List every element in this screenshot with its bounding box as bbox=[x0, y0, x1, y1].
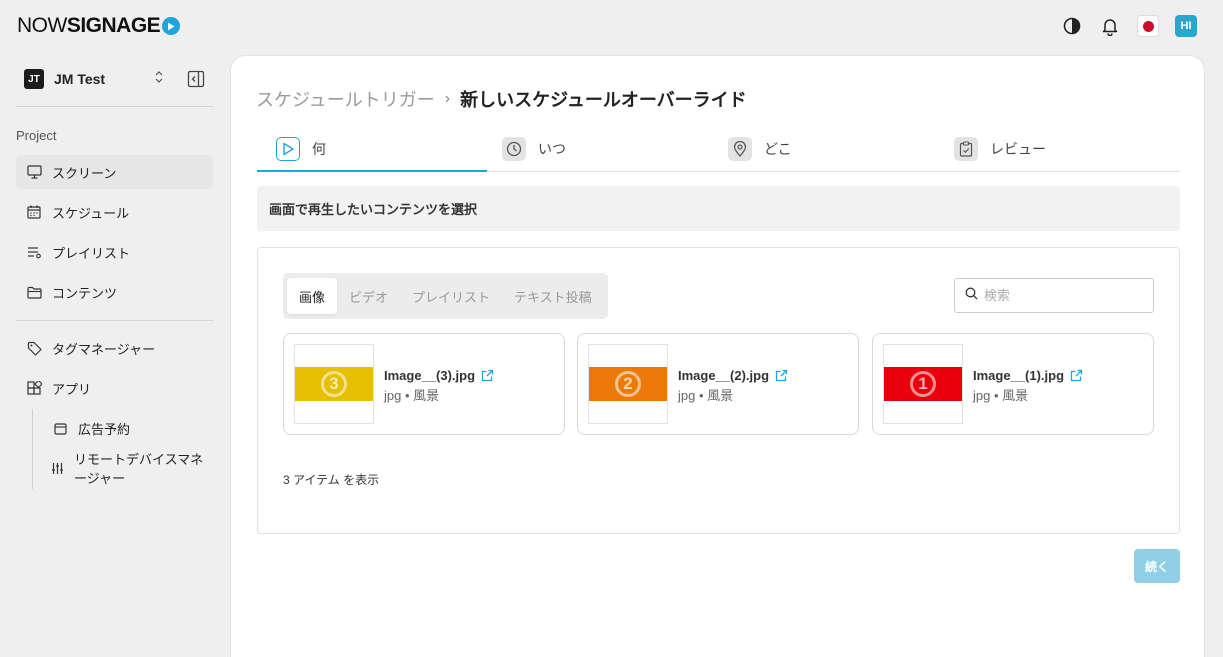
thumbnail-number: 2 bbox=[615, 371, 641, 397]
content-name: Image__(3).jpg bbox=[384, 368, 494, 383]
sidebar-item-remote-device-manager[interactable]: リモートデバイスマネージャー bbox=[42, 451, 214, 486]
content-name-text: Image__(2).jpg bbox=[678, 368, 770, 383]
location-icon bbox=[728, 137, 752, 161]
content-card[interactable]: 3 Image__(3).jpg jpg • 風景 bbox=[283, 333, 565, 435]
calendar-small-icon bbox=[51, 419, 69, 437]
step-review[interactable]: レビュー bbox=[954, 126, 1046, 172]
sidebar-item-playlists[interactable]: プレイリスト bbox=[16, 235, 213, 269]
workspace-switcher[interactable]: JT JM Test bbox=[24, 68, 214, 90]
sidebar-item-screens[interactable]: スクリーン bbox=[16, 155, 213, 189]
active-step-indicator bbox=[257, 170, 487, 172]
play-icon bbox=[276, 137, 300, 161]
workspace-badge: JT bbox=[24, 69, 44, 89]
step-where[interactable]: どこ bbox=[728, 126, 792, 172]
sidebar-subtree-line bbox=[32, 409, 33, 489]
instruction-bar: 画面で再生したいコンテンツを選択 bbox=[257, 186, 1180, 231]
chevron-up-down-icon bbox=[155, 71, 163, 86]
page-title: 新しいスケジュールオーバーライド bbox=[460, 90, 747, 110]
tab-videos[interactable]: ビデオ bbox=[337, 278, 400, 314]
top-bar: NOW SIGNAGE HI bbox=[0, 0, 1223, 52]
step-what[interactable]: 何 bbox=[276, 126, 326, 172]
sidebar-item-label: スケジュール bbox=[52, 205, 130, 221]
sidebar-item-label: プレイリスト bbox=[52, 245, 131, 261]
main-panel: スケジュールトリガー › 新しいスケジュールオーバーライド 何 いつ どこ レビ… bbox=[230, 55, 1205, 657]
content-meta: jpg • 風景 bbox=[384, 388, 440, 403]
tab-text-posts[interactable]: テキスト投稿 bbox=[502, 278, 604, 314]
logo-play-icon bbox=[162, 17, 181, 35]
sliders-icon bbox=[51, 459, 65, 477]
breadcrumb: スケジュールトリガー › 新しいスケジュールオーバーライド bbox=[256, 86, 747, 112]
user-avatar[interactable]: HI bbox=[1175, 15, 1197, 37]
content-type-tabs: 画像 ビデオ プレイリスト テキスト投稿 bbox=[283, 273, 608, 319]
sidebar-item-ad-booking[interactable]: 広告予約 bbox=[42, 411, 214, 445]
nowsignage-logo[interactable]: NOW SIGNAGE bbox=[17, 14, 181, 38]
sidebar-divider bbox=[16, 106, 213, 107]
thumbnail-image: 3 bbox=[295, 367, 373, 401]
tab-images[interactable]: 画像 bbox=[287, 278, 338, 314]
bell-icon[interactable] bbox=[1099, 15, 1121, 37]
sidebar-item-apps[interactable]: アプリ bbox=[16, 371, 213, 405]
content-name-text: Image__(1).jpg bbox=[973, 368, 1065, 383]
step-label: いつ bbox=[538, 141, 566, 157]
tag-icon bbox=[25, 339, 43, 357]
background-window-edge bbox=[1207, 55, 1223, 657]
content-card[interactable]: 1 Image__(1).jpg jpg • 風景 bbox=[872, 333, 1154, 435]
external-link-icon[interactable] bbox=[775, 369, 788, 382]
monitor-icon bbox=[25, 163, 43, 181]
sidebar-item-label: スクリーン bbox=[52, 165, 117, 181]
sidebar-item-label: リモートデバイスマネージャー bbox=[73, 452, 204, 486]
content-picker: 画像 ビデオ プレイリスト テキスト投稿 3 Image__(3).jpg jp… bbox=[257, 247, 1180, 534]
content-meta: jpg • 風景 bbox=[678, 388, 734, 403]
sidebar-item-label: タグマネージャー bbox=[52, 341, 156, 357]
breadcrumb-separator: › bbox=[444, 90, 451, 107]
search-icon bbox=[965, 287, 978, 305]
search-input[interactable] bbox=[984, 288, 1144, 303]
search-box bbox=[954, 278, 1154, 313]
sidebar: JT JM Test Project スクリーン スケジュール プレイリスト コ… bbox=[0, 52, 230, 657]
step-label: 何 bbox=[312, 141, 326, 157]
clipboard-check-icon bbox=[954, 137, 978, 161]
content-card[interactable]: 2 Image__(2).jpg jpg • 風景 bbox=[577, 333, 859, 435]
external-link-icon[interactable] bbox=[1070, 369, 1083, 382]
sidebar-item-label: 広告予約 bbox=[78, 421, 131, 437]
sidebar-item-label: コンテンツ bbox=[52, 285, 118, 301]
tab-playlists[interactable]: プレイリスト bbox=[400, 278, 502, 314]
thumbnail-number: 3 bbox=[321, 371, 347, 397]
image-thumbnail: 1 bbox=[883, 344, 963, 424]
step-when[interactable]: いつ bbox=[502, 126, 566, 172]
image-thumbnail: 3 bbox=[294, 344, 374, 424]
logo-text-signage: SIGNAGE bbox=[66, 14, 161, 37]
step-label: どこ bbox=[764, 141, 792, 157]
language-flag-japan-icon[interactable] bbox=[1137, 15, 1159, 37]
sidebar-item-content[interactable]: コンテンツ bbox=[16, 275, 213, 309]
image-thumbnail: 2 bbox=[588, 344, 668, 424]
folder-icon bbox=[25, 283, 43, 301]
sidebar-item-tag-manager[interactable]: タグマネージャー bbox=[16, 331, 213, 365]
clock-icon bbox=[502, 137, 526, 161]
content-meta: jpg • 風景 bbox=[973, 388, 1029, 403]
sidebar-collapse-icon[interactable] bbox=[187, 70, 205, 88]
calendar-icon bbox=[25, 203, 43, 221]
content-name: Image__(2).jpg bbox=[678, 368, 788, 383]
external-link-icon[interactable] bbox=[481, 369, 494, 382]
breadcrumb-parent[interactable]: スケジュールトリガー bbox=[256, 86, 435, 112]
sidebar-item-schedule[interactable]: スケジュール bbox=[16, 195, 213, 229]
step-label: レビュー bbox=[990, 141, 1046, 157]
theme-contrast-icon[interactable] bbox=[1061, 15, 1083, 37]
thumbnail-image: 2 bbox=[589, 367, 667, 401]
content-name: Image__(1).jpg bbox=[973, 368, 1083, 383]
logo-text-now: NOW bbox=[17, 14, 67, 37]
thumbnail-number: 1 bbox=[910, 371, 936, 397]
continue-button[interactable]: 続く bbox=[1134, 549, 1180, 583]
playlist-icon bbox=[25, 243, 43, 261]
thumbnail-image: 1 bbox=[884, 367, 962, 401]
wizard-steps: 何 いつ どこ レビュー bbox=[257, 126, 1180, 172]
workspace-name: JM Test bbox=[54, 71, 106, 87]
sidebar-divider bbox=[16, 320, 213, 321]
sidebar-section-label: Project bbox=[16, 128, 57, 143]
content-name-text: Image__(3).jpg bbox=[384, 368, 476, 383]
sidebar-item-label: アプリ bbox=[52, 381, 92, 397]
item-count: 3 アイテム を表示 bbox=[283, 473, 380, 487]
apps-icon bbox=[25, 379, 43, 397]
